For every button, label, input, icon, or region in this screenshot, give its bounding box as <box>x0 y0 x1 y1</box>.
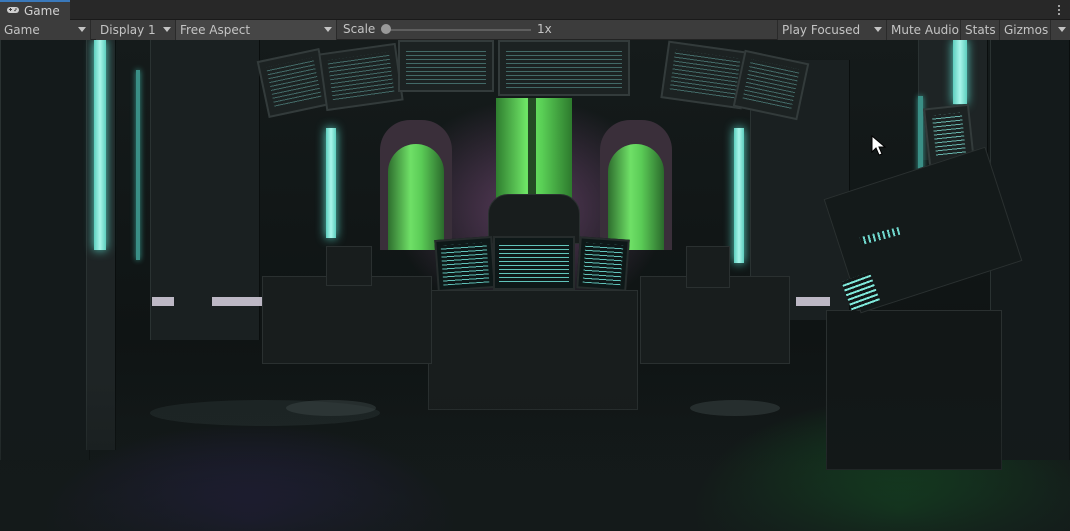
right-neon-light <box>953 40 967 104</box>
game-viewport[interactable] <box>0 40 1070 531</box>
console-screen <box>493 236 575 290</box>
stats-button[interactable]: Stats <box>961 20 1000 40</box>
play-mode-label: Play Focused <box>782 23 861 37</box>
aspect-dropdown[interactable]: Free Aspect <box>176 20 337 40</box>
left-neon-strip <box>136 70 140 260</box>
scale-control: Scale 1x <box>338 20 778 40</box>
game-tab[interactable]: Game <box>0 0 70 20</box>
view-type-dropdown[interactable]: Game <box>0 20 91 40</box>
scale-slider-track[interactable] <box>386 29 531 31</box>
left-inner-wall <box>150 40 260 340</box>
ceiling-monitor <box>318 42 404 112</box>
chevron-down-icon <box>163 27 171 32</box>
right-console-monitor <box>686 246 730 288</box>
console-screen <box>576 236 630 292</box>
game-tab-label: Game <box>24 4 60 18</box>
gizmos-dropdown[interactable] <box>1051 20 1070 40</box>
mouse-cursor-icon <box>871 134 887 160</box>
floor-light <box>212 297 266 306</box>
play-mode-dropdown[interactable]: Play Focused <box>777 20 887 40</box>
floor-light <box>796 297 830 306</box>
more-options-icon[interactable] <box>1054 2 1064 18</box>
ceiling-monitor <box>498 40 630 96</box>
view-type-label: Game <box>4 23 40 37</box>
gizmos-label: Gizmos <box>1004 23 1049 37</box>
center-left-neon <box>326 128 336 238</box>
chevron-down-icon <box>324 27 332 32</box>
floor-light <box>152 297 174 306</box>
scale-value: 1x <box>537 22 552 36</box>
left-console <box>262 276 432 364</box>
console-screen <box>434 236 496 292</box>
display-label: Display 1 <box>100 23 156 37</box>
chevron-down-icon <box>78 27 86 32</box>
chevron-down-icon <box>874 27 882 32</box>
display-dropdown[interactable]: Display 1 <box>96 20 176 40</box>
ceiling-monitor <box>398 40 494 92</box>
center-right-neon <box>734 128 744 263</box>
left-neon-light <box>94 40 106 250</box>
left-console-monitor <box>326 246 372 286</box>
stats-label: Stats <box>965 23 996 37</box>
left-green-tank <box>388 144 444 250</box>
reflective-floor <box>0 380 1070 531</box>
chevron-down-icon <box>1058 27 1066 32</box>
aspect-label: Free Aspect <box>180 23 251 37</box>
mute-audio-button[interactable]: Mute Audio <box>887 20 961 40</box>
floor-drain <box>286 400 376 416</box>
editor-tab-strip: Game <box>0 0 1070 20</box>
mute-audio-label: Mute Audio <box>891 23 959 37</box>
game-view-toolbar: Game Display 1 Free Aspect Scale 1x Play… <box>0 20 1070 40</box>
scale-label: Scale <box>343 22 376 36</box>
gamepad-icon <box>6 4 20 18</box>
right-console <box>640 276 790 364</box>
scale-slider-handle[interactable] <box>381 24 391 34</box>
right-green-tank <box>608 144 664 250</box>
floor-drain <box>690 400 780 416</box>
gizmos-button[interactable]: Gizmos <box>1000 20 1051 40</box>
